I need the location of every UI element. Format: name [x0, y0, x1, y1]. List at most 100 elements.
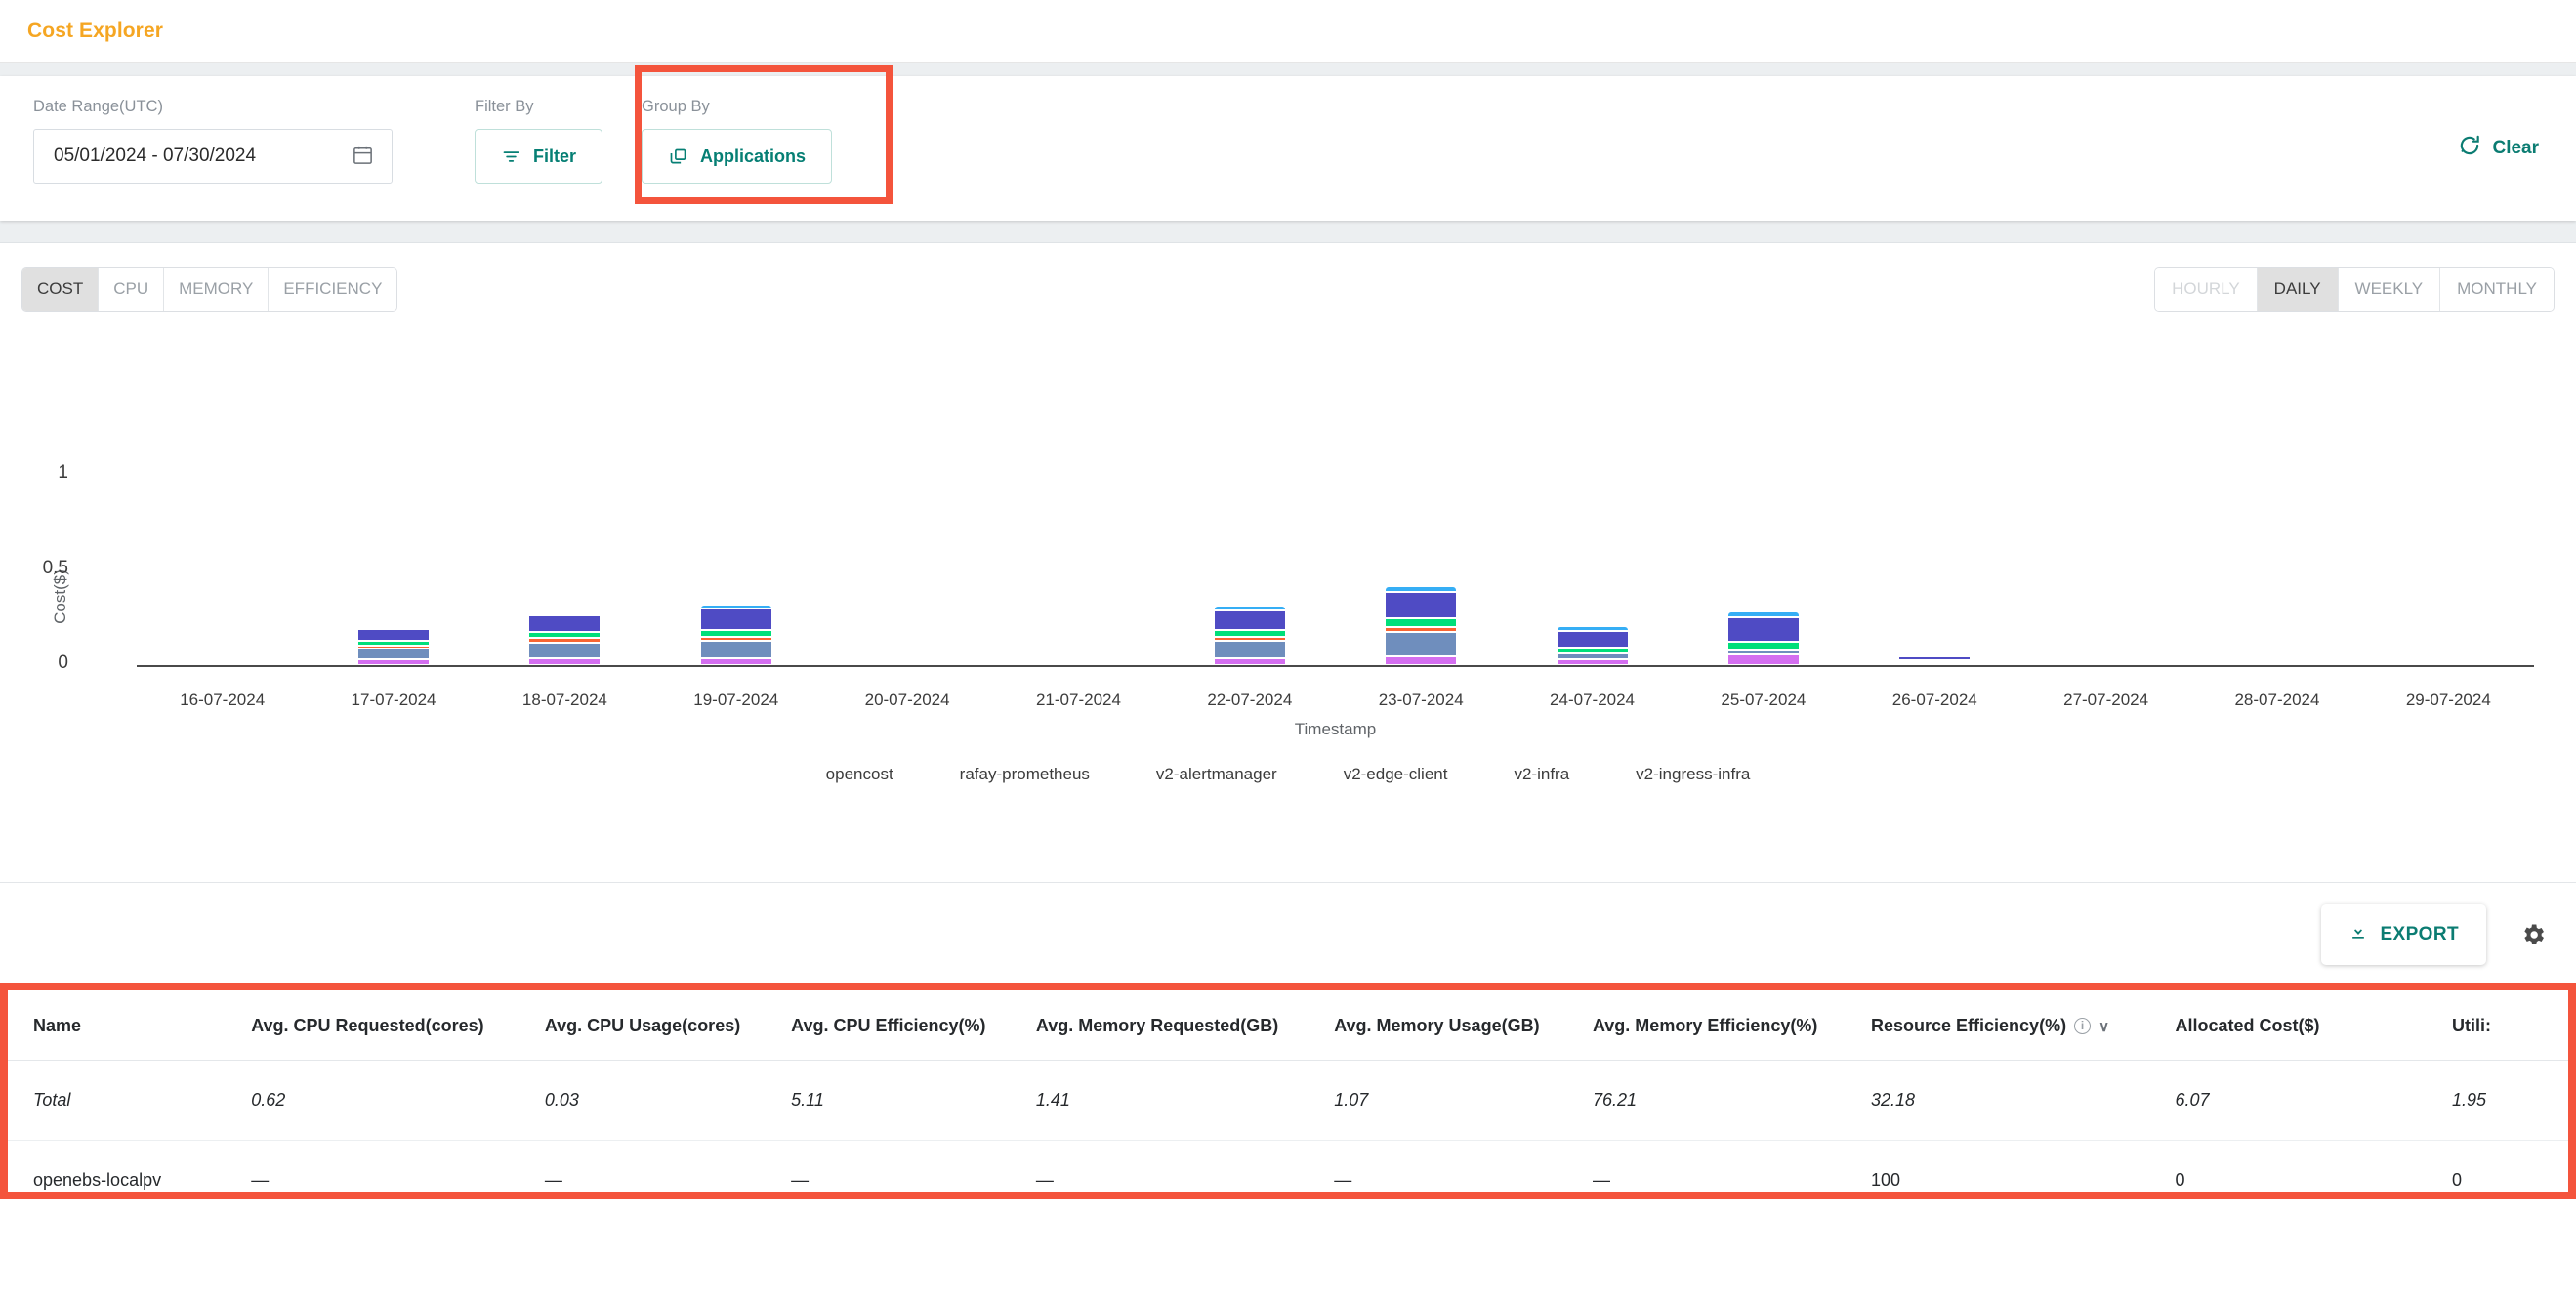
- bar-segment-rafay-prometheus[interactable]: [699, 641, 772, 658]
- bar-segment-v2-infra[interactable]: [1898, 655, 1972, 661]
- metric-tab-efficiency[interactable]: EFFICIENCY: [269, 268, 397, 311]
- clear-button[interactable]: Clear: [2457, 133, 2539, 164]
- table-column-header[interactable]: Avg. CPU Usage(cores): [544, 990, 792, 1061]
- bar-stack[interactable]: [1556, 626, 1629, 665]
- table-column-header[interactable]: Allocated Cost($): [2175, 990, 2452, 1061]
- legend-item-v2-alertmanager[interactable]: v2-alertmanager: [1156, 765, 1277, 784]
- legend-item-v2-ingress-infra[interactable]: v2-ingress-infra: [1636, 765, 1750, 784]
- legend-item-v2-infra[interactable]: v2-infra: [1514, 765, 1569, 784]
- calendar-icon[interactable]: [352, 144, 374, 170]
- bar-segment-v2-edge-client[interactable]: [528, 631, 602, 639]
- table-cell: 0.03: [544, 1060, 792, 1141]
- column-label: Avg. CPU Usage(cores): [544, 1016, 741, 1035]
- table-row[interactable]: openebs-localpv — — — — — —100 0 0: [8, 1140, 2568, 1192]
- bar-segment-opencost[interactable]: [1385, 655, 1458, 665]
- y-axis-tick: 0.5: [42, 557, 68, 578]
- download-icon: [2348, 922, 2368, 947]
- bar-segment-v2-alertmanager[interactable]: [1213, 636, 1286, 641]
- bar-segment-v2-edge-client[interactable]: [1213, 629, 1286, 637]
- granularity-tab-weekly[interactable]: WEEKLY: [2338, 268, 2441, 311]
- metric-tab-cpu[interactable]: CPU: [99, 268, 165, 311]
- bar-segment-v2-edge-client[interactable]: [1726, 641, 1800, 651]
- granularity-tab-monthly[interactable]: MONTHLY: [2440, 268, 2554, 311]
- bar-segment-rafay-prometheus[interactable]: [357, 649, 431, 659]
- bar-stack[interactable]: [1726, 611, 1800, 665]
- bar-segment-v2-ingress-infra[interactable]: [1726, 611, 1800, 618]
- bar-segment-v2-ingress-infra[interactable]: [1556, 626, 1629, 631]
- bar-stack[interactable]: [1898, 653, 1972, 665]
- table-column-header[interactable]: Avg. Memory Efficiency(%): [1592, 990, 1871, 1061]
- bar-segment-opencost[interactable]: [357, 658, 431, 665]
- bar-segment-rafay-prometheus[interactable]: [1726, 650, 1800, 655]
- bar-segment-v2-alertmanager[interactable]: [1385, 627, 1458, 633]
- bar-segment-v2-infra[interactable]: [1385, 592, 1458, 619]
- bar-segment-opencost[interactable]: [699, 657, 772, 665]
- legend-item-v2-edge-client[interactable]: v2-edge-client: [1344, 765, 1448, 784]
- table-row[interactable]: Total 0.62 0.03 5.11 1.41 1.07 76.21 32.18 6.07 1…: [8, 1060, 2568, 1141]
- table-column-header[interactable]: Avg. Memory Usage(GB): [1334, 990, 1593, 1061]
- y-axis-tick: 1: [58, 462, 68, 482]
- bar-stack[interactable]: [1213, 606, 1286, 665]
- bar-segment-v2-edge-client[interactable]: [699, 630, 772, 637]
- granularity-tab-hourly: HOURLY: [2155, 268, 2258, 311]
- bar-segment-rafay-prometheus[interactable]: [1213, 640, 1286, 658]
- bar-segment-v2-infra[interactable]: [1213, 609, 1286, 630]
- granularity-tab-daily[interactable]: DAILY: [2257, 268, 2339, 311]
- filter-strip: Date Range(UTC) 05/01/2024 - 07/30/2024: [0, 63, 2576, 243]
- bar-segment-v2-ingress-infra[interactable]: [357, 626, 431, 630]
- table-toolbar: EXPORT: [2321, 904, 2547, 965]
- date-range-input[interactable]: 05/01/2024 - 07/30/2024: [33, 129, 393, 184]
- bar-stack[interactable]: [357, 626, 431, 665]
- table-cell: 100: [1871, 1140, 2176, 1192]
- bar-segment-v2-infra[interactable]: [528, 615, 602, 632]
- granularity-tab-group: HOURLY DAILY WEEKLY MONTHLY: [2154, 267, 2555, 312]
- metric-tab-group: COST CPU MEMORY EFFICIENCY: [21, 267, 398, 312]
- column-label: Avg. Memory Efficiency(%): [1592, 1016, 1818, 1035]
- metric-tab-cost[interactable]: COST: [22, 268, 100, 311]
- bar-stack[interactable]: [699, 605, 772, 665]
- bar-segment-rafay-prometheus[interactable]: [1385, 632, 1458, 656]
- bar-segment-v2-ingress-infra[interactable]: [1385, 586, 1458, 593]
- table-column-header[interactable]: Name: [8, 990, 252, 1061]
- gear-icon[interactable]: [2519, 921, 2547, 948]
- bar-segment-opencost[interactable]: [1898, 662, 1972, 665]
- table-column-header[interactable]: Avg. CPU Requested(cores): [251, 990, 545, 1061]
- bar-segment-v2-infra[interactable]: [1556, 630, 1629, 649]
- bar-stack[interactable]: [1385, 586, 1458, 665]
- filter-button[interactable]: Filter: [475, 129, 603, 184]
- bar-segment-v2-edge-client[interactable]: [1385, 618, 1458, 628]
- bar-segment-v2-alertmanager[interactable]: [528, 638, 602, 643]
- bar-segment-rafay-prometheus[interactable]: [1556, 653, 1629, 659]
- bar-segment-v2-ingress-infra[interactable]: [699, 605, 772, 609]
- bar-segment-opencost[interactable]: [1726, 654, 1800, 665]
- bar-segment-v2-infra[interactable]: [699, 608, 772, 631]
- bar-segment-v2-infra[interactable]: [1726, 617, 1800, 642]
- bar-segment-opencost[interactable]: [528, 658, 602, 665]
- bar-segment-opencost[interactable]: [1213, 657, 1286, 665]
- table-cell: —: [1035, 1140, 1335, 1192]
- bar-segment-v2-edge-client[interactable]: [1556, 648, 1629, 654]
- table-column-header[interactable]: Avg. Memory Requested(GB): [1035, 990, 1335, 1061]
- info-icon[interactable]: i: [2074, 1018, 2092, 1034]
- export-button[interactable]: EXPORT: [2321, 904, 2486, 965]
- table-column-header[interactable]: Avg. CPU Efficiency(%): [791, 990, 1036, 1061]
- table-cell: Total: [8, 1060, 252, 1141]
- legend-item-rafay-prometheus[interactable]: rafay-prometheus: [960, 765, 1090, 784]
- bar-segment-opencost[interactable]: [1556, 658, 1629, 665]
- bar-segment-v2-ingress-infra[interactable]: [1213, 606, 1286, 610]
- chevron-down-icon[interactable]: ∨: [2098, 1018, 2109, 1035]
- bar-segment-v2-edge-client[interactable]: [357, 641, 431, 646]
- legend-item-opencost[interactable]: opencost: [826, 765, 893, 784]
- metric-tab-memory[interactable]: MEMORY: [164, 268, 270, 311]
- bar-segment-v2-infra[interactable]: [357, 629, 431, 642]
- bar-segment-v2-alertmanager[interactable]: [357, 645, 431, 650]
- bar-segment-v2-alertmanager[interactable]: [699, 636, 772, 642]
- column-label: Avg. Memory Requested(GB): [1035, 1016, 1279, 1035]
- bar-segment-rafay-prometheus[interactable]: [528, 642, 602, 659]
- table-cell: 0.62: [251, 1060, 545, 1141]
- table-column-header[interactable]: Utili:: [2452, 990, 2568, 1061]
- bar-segment-v2-ingress-infra[interactable]: [1898, 653, 1972, 656]
- bar-stack[interactable]: [528, 612, 602, 665]
- table-column-header[interactable]: Resource Efficiency(%) i ∨: [1871, 990, 2176, 1061]
- export-button-label: EXPORT: [2380, 924, 2459, 944]
